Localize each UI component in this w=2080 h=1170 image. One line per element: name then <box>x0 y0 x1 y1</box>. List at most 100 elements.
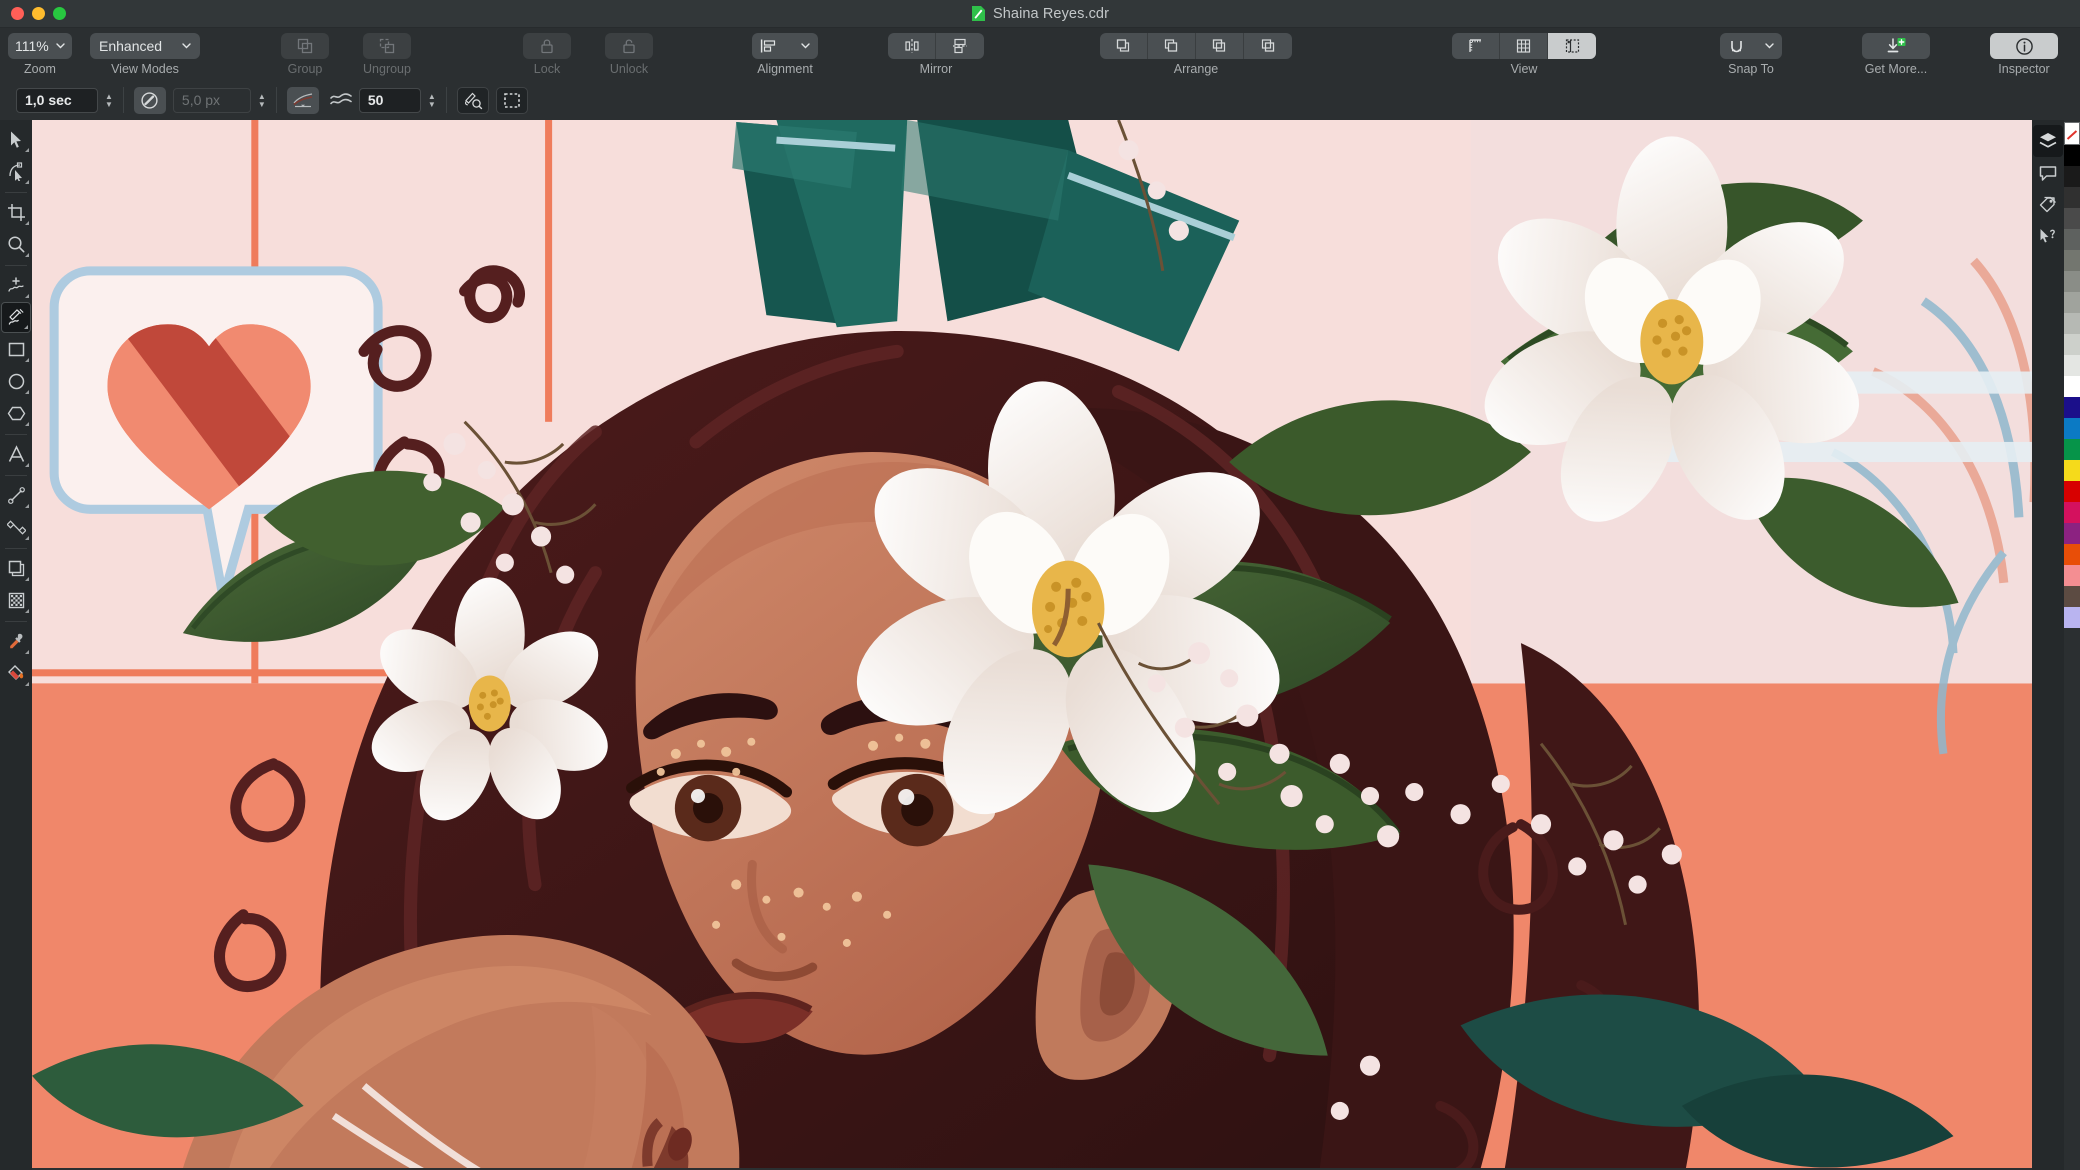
polygon-tool[interactable] <box>1 398 31 429</box>
guides-icon <box>1565 39 1579 53</box>
swatch-yellow[interactable] <box>2064 460 2080 481</box>
swatch-gray-4[interactable] <box>2064 292 2080 313</box>
swatch-brown[interactable] <box>2064 586 2080 607</box>
stabilizer-field[interactable]: 50 <box>358 87 421 113</box>
window-title-container: Shaina Reyes.cdr <box>0 0 2080 27</box>
ellipse-tool[interactable] <box>1 366 31 397</box>
move-backward-button[interactable] <box>1196 33 1244 59</box>
zoom-tool[interactable] <box>1 229 31 260</box>
color-palette[interactable] <box>2064 120 2080 1170</box>
layers-panel-button[interactable] <box>2033 125 2063 157</box>
swatch-navy[interactable] <box>2064 397 2080 418</box>
duration-section: 1,0 sec ▲ ▼ <box>6 85 123 115</box>
line-tool[interactable] <box>1 480 31 511</box>
lock-closed-icon <box>541 39 553 54</box>
ungroup-button[interactable] <box>363 33 411 59</box>
eyedropper-tool[interactable] <box>1 626 31 657</box>
fill-tool[interactable] <box>1 658 31 689</box>
swatch-green[interactable] <box>2064 439 2080 460</box>
checker-texture-icon <box>8 592 24 609</box>
toggle-guides-button[interactable] <box>1548 33 1596 59</box>
stroke-duration-stepper[interactable]: ▲ ▼ <box>105 92 113 108</box>
tool-separator <box>5 621 27 622</box>
toggle-grid-button[interactable] <box>1500 33 1548 59</box>
maximize-button[interactable] <box>53 7 66 20</box>
comments-panel-button[interactable] <box>2033 157 2063 189</box>
rectangle-tool[interactable] <box>1 334 31 365</box>
line-icon <box>7 487 25 504</box>
swatch-blue[interactable] <box>2064 418 2080 439</box>
group-button[interactable] <box>281 33 329 59</box>
inspector-button[interactable] <box>1990 33 2058 59</box>
snap-to-dropdown[interactable] <box>1720 33 1782 59</box>
swatch-red[interactable] <box>2064 481 2080 502</box>
swatch-black[interactable] <box>2064 145 2080 166</box>
ellipse-icon <box>8 373 24 390</box>
toolbar-label-alignment: Alignment <box>757 62 813 76</box>
stacked-squares-icon <box>8 560 24 577</box>
brush-preview-toggle-button[interactable] <box>456 86 489 114</box>
brush-tool[interactable] <box>1 302 31 333</box>
zoom-dropdown[interactable]: 111% <box>8 33 72 59</box>
pressure-icon <box>141 91 159 109</box>
swatch-magenta[interactable] <box>2064 502 2080 523</box>
swatch-dark-gray-1[interactable] <box>2064 187 2080 208</box>
rectangle-icon <box>8 342 24 357</box>
swatch-orange[interactable] <box>2064 544 2080 565</box>
alignment-dropdown[interactable] <box>752 33 818 59</box>
texture-tool[interactable] <box>1 585 31 616</box>
swatch-near-white[interactable] <box>2064 355 2080 376</box>
smoothing-toggle-button[interactable] <box>286 86 319 114</box>
close-button[interactable] <box>11 7 24 20</box>
swatch-gray-2[interactable] <box>2064 250 2080 271</box>
text-tool[interactable] <box>1 439 31 470</box>
swatch-gray-3[interactable] <box>2064 271 2080 292</box>
swatch-lavender[interactable] <box>2064 607 2080 628</box>
swatch-gray-1[interactable] <box>2064 229 2080 250</box>
toolbar-label-view-modes: View Modes <box>111 62 179 76</box>
tags-panel-button[interactable] <box>2033 189 2063 221</box>
help-panel-button[interactable] <box>2033 221 2063 253</box>
lock-button[interactable] <box>523 33 571 59</box>
view-modes-dropdown[interactable]: Enhanced <box>90 33 200 59</box>
swatch-salmon[interactable] <box>2064 565 2080 586</box>
swatch-near-black[interactable] <box>2064 166 2080 187</box>
move-to-front-button[interactable] <box>1100 33 1148 59</box>
pressure-toggle-button[interactable] <box>133 86 166 114</box>
crop-tool[interactable] <box>1 197 31 228</box>
pen-tool[interactable] <box>1 512 31 543</box>
paint-brush-icon <box>8 308 24 325</box>
toolbar-label-arrange: Arrange <box>1173 62 1219 76</box>
add-node-tool[interactable] <box>1 270 31 301</box>
node-tool[interactable] <box>1 156 31 187</box>
unlock-button[interactable] <box>605 33 653 59</box>
swatch-no-color[interactable] <box>2064 122 2080 145</box>
mirror-horizontal-button[interactable] <box>888 33 936 59</box>
stroke-duration-value: 1,0 sec <box>25 92 72 108</box>
swatch-purple[interactable] <box>2064 523 2080 544</box>
toggle-rulers-button[interactable] <box>1452 33 1500 59</box>
illustration-canvas[interactable] <box>32 120 2032 1170</box>
magnifier-icon <box>7 236 24 253</box>
swatch-gray-5[interactable] <box>2064 313 2080 334</box>
mirror-vertical-button[interactable] <box>936 33 984 59</box>
pointer-tool[interactable] <box>1 124 31 155</box>
swatch-gray-6[interactable] <box>2064 334 2080 355</box>
swatch-white[interactable] <box>2064 376 2080 397</box>
move-forward-button[interactable] <box>1148 33 1196 59</box>
main-toolbar: 111% Zoom Enhanced View Modes Group Ungr… <box>0 28 2080 80</box>
artwork-illustration <box>32 120 2032 1169</box>
toolbar-group-mirror: Mirror <box>888 33 984 76</box>
swatch-dark-gray-2[interactable] <box>2064 208 2080 229</box>
stroke-width-stepper[interactable]: ▲ ▼ <box>258 92 266 108</box>
minimize-button[interactable] <box>32 7 45 20</box>
stabilizer-stepper[interactable]: ▲ ▼ <box>428 92 436 108</box>
move-to-back-button[interactable] <box>1244 33 1292 59</box>
marquee-select-toggle-button[interactable] <box>495 86 528 114</box>
stroke-width-field[interactable]: 5,0 px <box>172 87 251 113</box>
duplicate-tool[interactable] <box>1 553 31 584</box>
get-more-button[interactable] <box>1862 33 1930 59</box>
paint-bucket-icon <box>7 665 23 680</box>
stroke-duration-field[interactable]: 1,0 sec <box>16 87 98 113</box>
toolbar-label-get-more: Get More... <box>1864 62 1928 76</box>
